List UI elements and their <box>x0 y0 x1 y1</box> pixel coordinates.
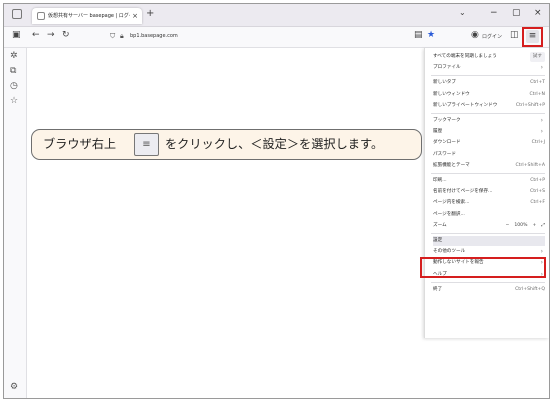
menu-separator <box>431 113 545 114</box>
forward-icon[interactable]: → <box>47 30 55 40</box>
lock-icon: 🔒︎ <box>120 32 124 40</box>
menu-item-label: 新しいプライベートウィンドウ <box>433 102 498 108</box>
menu-item[interactable]: パスワード <box>433 150 545 160</box>
bookmark-outline-icon[interactable]: ☆ <box>10 96 18 106</box>
menu-item[interactable]: その他のツール › <box>433 247 545 257</box>
menu-item-shortcut: Ctrl+Shift+Q <box>515 286 545 292</box>
close-window-button[interactable]: × <box>534 8 542 18</box>
minimize-button[interactable]: − <box>490 8 498 18</box>
sparkle-icon[interactable]: ✲ <box>10 51 18 61</box>
menu-item-label: プロファイル <box>433 65 461 71</box>
navigation-bar: ▣ ← → ↻ ⛉ 🔒︎ bp1.basepage.com ▤ ★ ◉ ログイン… <box>4 27 549 48</box>
bookmark-star-icon[interactable]: ★ <box>427 30 435 40</box>
shield-icon: ⛉ <box>110 32 116 40</box>
menu-item-label: 新しいタブ <box>433 80 456 86</box>
zoom-in-button[interactable]: + <box>532 223 536 228</box>
menu-item[interactable]: プロファイル › <box>433 63 545 73</box>
menu-item-label: すべての端末を同期しましょう <box>433 54 497 59</box>
fullscreen-icon[interactable]: ⤢ <box>541 223 545 228</box>
tab-overview-icon[interactable] <box>12 9 22 19</box>
menu-item[interactable]: 印刷... Ctrl+P <box>433 176 545 186</box>
menu-item-label: 新しいウィンドウ <box>433 91 470 97</box>
menu-item[interactable]: 新しいウィンドウ Ctrl+N <box>433 90 545 100</box>
gear-icon[interactable]: ⚙ <box>10 382 18 392</box>
menu-item-label: ページ内を検索... <box>433 200 470 206</box>
sidebar-toggle-icon[interactable]: ▣ <box>12 30 21 40</box>
menu-item-label: その他のツール <box>433 249 466 255</box>
reader-view-icon[interactable]: ▤ <box>414 30 423 40</box>
menu-separator <box>431 233 545 234</box>
history-icon[interactable]: ◷ <box>10 81 18 91</box>
sidebar: ✲ ⧉ ◷ ☆ ⚙ <box>4 48 27 398</box>
menu-item-shortcut: Ctrl+J <box>531 140 545 146</box>
account-icon[interactable]: ◉ <box>471 30 479 40</box>
menu-item-shortcut: Ctrl+P <box>530 178 545 183</box>
back-icon[interactable]: ← <box>32 30 40 40</box>
menu-item-shortcut: Ctrl+Shift+P <box>515 102 545 108</box>
instruction-callout: ブラウザ右上 ≡ をクリックし、＜設定＞を選択します。 <box>31 129 422 160</box>
chevron-right-icon: › <box>540 128 543 136</box>
menu-item[interactable]: すべての端末を同期しましょう 試す <box>433 52 545 62</box>
menu-item-shortcut: Ctrl+F <box>530 200 545 206</box>
menu-item-label: 履歴 <box>433 129 443 135</box>
extensions-icon[interactable]: ◫ <box>510 30 519 40</box>
zoom-out-button[interactable]: − <box>505 223 509 228</box>
chevron-right-icon: › <box>540 117 543 124</box>
reload-icon[interactable]: ↻ <box>62 30 70 40</box>
menu-item[interactable]: ページを翻訳... <box>433 210 545 220</box>
menu-item-label: 終了 <box>433 286 443 292</box>
maximize-button[interactable]: ▢ <box>512 8 521 18</box>
callout-text-before: ブラウザ右上 <box>43 137 117 151</box>
menu-item[interactable]: 新しいタブ Ctrl+T <box>433 78 545 88</box>
tab-title: 仮想共有サーバー basepage | ログイン <box>48 13 130 19</box>
menu-item[interactable]: ページ内を検索... Ctrl+F <box>433 198 545 208</box>
address-bar[interactable]: ⛉ 🔒︎ bp1.basepage.com <box>110 30 400 43</box>
app-menu-panel: すべての端末を同期しましょう 試すプロファイル › 新しいタブ Ctrl+T 新しいウィン… <box>424 48 549 338</box>
tab-close-icon[interactable]: × <box>132 8 138 24</box>
menu-separator <box>431 173 545 174</box>
browser-screenshot: 仮想共有サーバー basepage | ログイン × + ⌄ − ▢ × ▣ ←… <box>3 3 550 399</box>
menu-item-shortcut: Ctrl+S <box>530 189 545 195</box>
menu-item-label: ブックマーク <box>433 118 461 123</box>
menu-item-label: 印刷... <box>433 178 447 183</box>
menu-item-settings[interactable]: 設定 <box>433 236 545 246</box>
tabs-sync-icon[interactable]: ⧉ <box>10 66 16 76</box>
menu-item-label: ズーム <box>433 222 447 228</box>
menu-item[interactable]: 拡張機能とテーマ Ctrl+Shift+A <box>433 161 545 171</box>
new-tab-button[interactable]: + <box>146 8 154 19</box>
menu-hamburger-icon: ≡ <box>134 133 159 156</box>
menu-item[interactable]: 名前を付けてページを保存... Ctrl+S <box>433 187 545 197</box>
menu-item[interactable]: ズーム −100% + ⤢ <box>433 221 545 231</box>
menu-item[interactable]: 終了 Ctrl+Shift+Q <box>433 285 545 295</box>
chevron-right-icon: › <box>540 64 543 72</box>
chevron-right-icon: › <box>540 248 543 256</box>
zoom-level: 100% <box>514 222 528 228</box>
tab-bar: 仮想共有サーバー basepage | ログイン × + ⌄ − ▢ × <box>4 4 549 27</box>
menu-item-label: ページを翻訳... <box>433 211 465 217</box>
zoom-controls: −100% + ⤢ <box>500 221 545 231</box>
menu-item[interactable]: 履歴 › <box>433 127 545 137</box>
menu-item-label: 設定 <box>433 238 443 243</box>
url-text: bp1.basepage.com <box>130 33 178 39</box>
menu-separator <box>431 75 545 77</box>
menu-item[interactable]: ダウンロード Ctrl+J <box>433 138 545 148</box>
sync-try-button[interactable]: 試す <box>529 52 545 62</box>
menu-item-shortcut: Ctrl+N <box>529 91 545 97</box>
menu-item-label: ダウンロード <box>433 140 461 146</box>
list-tabs-icon[interactable]: ⌄ <box>459 8 466 17</box>
menu-button-highlight-box <box>522 27 543 47</box>
menu-item-shortcut: Ctrl+T <box>530 80 545 86</box>
settings-highlight-box <box>420 257 546 278</box>
menu-item-label: 名前を付けてページを保存... <box>433 189 493 195</box>
favicon-icon <box>37 12 45 20</box>
account-label[interactable]: ログイン <box>482 33 502 40</box>
menu-item[interactable]: 新しいプライベートウィンドウ Ctrl+Shift+P <box>433 101 545 111</box>
menu-item-label: パスワード <box>433 151 456 157</box>
menu-item-shortcut: Ctrl+Shift+A <box>515 162 545 168</box>
callout-text-after: をクリックし、＜設定＞を選択します。 <box>165 137 384 151</box>
menu-item-label: 拡張機能とテーマ <box>433 162 470 168</box>
browser-tab[interactable]: 仮想共有サーバー basepage | ログイン × <box>32 8 142 24</box>
menu-separator <box>431 281 545 283</box>
menu-item[interactable]: ブックマーク › <box>433 116 545 126</box>
